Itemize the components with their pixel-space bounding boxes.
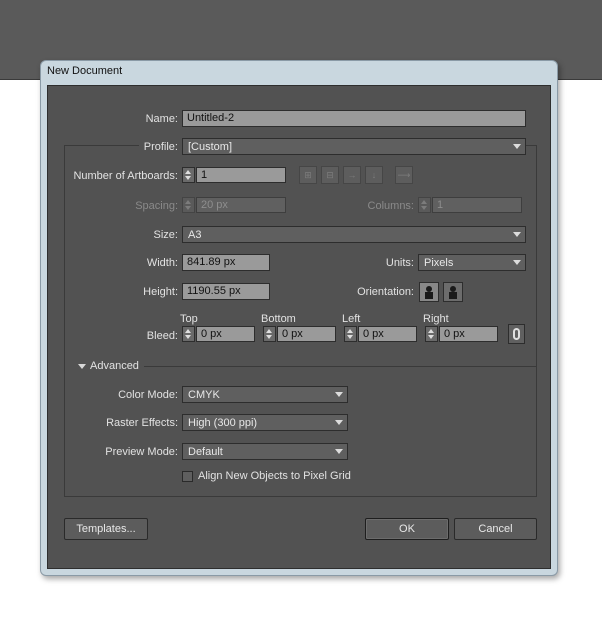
color-mode-select-value: CMYK — [188, 389, 220, 401]
templates-button[interactable]: Templates... — [64, 518, 148, 540]
bleed-right-label: Right — [423, 313, 449, 325]
width-label: Width: — [146, 257, 178, 269]
bleed-bottom-label: Bottom — [261, 313, 296, 325]
bleed-top-label: Top — [180, 313, 198, 325]
chevron-down-icon — [335, 449, 343, 454]
profile-select-value: [Custom] — [188, 141, 233, 153]
orientation-label: Orientation: — [357, 286, 414, 298]
artboards-stepper[interactable] — [182, 167, 195, 183]
artboards-label: Number of Artboards: — [73, 170, 178, 182]
chevron-down-icon — [513, 260, 521, 265]
arrange-grid-by-column-icon[interactable]: ⊟ — [321, 166, 339, 184]
size-select-value: A3 — [188, 229, 202, 241]
bleed-bottom-stepper[interactable] — [263, 326, 276, 342]
arrange-grid-by-row-icon[interactable]: ⊞ — [299, 166, 317, 184]
link-icon[interactable] — [508, 324, 525, 344]
preview-mode-label: Preview Mode: — [105, 446, 178, 458]
width-input[interactable]: 841.89 px — [182, 254, 270, 271]
raster-effects-select-value: High (300 ppi) — [188, 417, 258, 429]
bleed-top-stepper[interactable] — [182, 326, 195, 342]
profile-label: Profile: — [143, 141, 178, 153]
color-mode-select[interactable]: CMYK — [182, 386, 348, 403]
ok-button[interactable]: OK — [365, 518, 449, 540]
landscape-icon[interactable] — [443, 282, 463, 302]
units-label: Units: — [385, 257, 414, 269]
size-label: Size: — [153, 229, 178, 241]
disclosure-triangle-icon[interactable] — [78, 364, 86, 369]
bleed-top-input[interactable]: 0 px — [196, 326, 255, 342]
bleed-right-stepper[interactable] — [425, 326, 438, 342]
bleed-bottom-input[interactable]: 0 px — [277, 326, 336, 342]
new-document-window: New Document Name: Untitled-2 Profile: [… — [40, 60, 558, 576]
arrange-by-column-icon[interactable]: ↓ — [365, 166, 383, 184]
right-to-left-layout-icon[interactable]: ⟶ — [395, 166, 413, 184]
window-title: New Document — [47, 65, 123, 77]
columns-input[interactable]: 1 — [432, 197, 522, 213]
height-label: Height: — [143, 286, 178, 298]
chevron-down-icon — [513, 144, 521, 149]
artboards-input[interactable]: 1 — [196, 167, 286, 183]
chevron-down-icon — [513, 232, 521, 237]
profile-select[interactable]: [Custom] — [182, 138, 526, 155]
preview-mode-select-value: Default — [188, 446, 223, 458]
align-pixel-grid-label[interactable]: Align New Objects to Pixel Grid — [198, 470, 351, 482]
spacing-input[interactable]: 20 px — [196, 197, 286, 213]
chevron-down-icon — [335, 392, 343, 397]
dialog-body: Name: Untitled-2 Profile: [Custom] Numbe… — [47, 85, 551, 569]
spacing-stepper[interactable] — [182, 197, 195, 213]
units-select[interactable]: Pixels — [418, 254, 526, 271]
columns-stepper[interactable] — [418, 197, 431, 213]
bleed-right-input[interactable]: 0 px — [439, 326, 498, 342]
bleed-left-stepper[interactable] — [344, 326, 357, 342]
preview-mode-select[interactable]: Default — [182, 443, 348, 460]
name-input[interactable]: Untitled-2 — [182, 110, 526, 127]
advanced-divider — [144, 366, 537, 367]
align-pixel-grid-checkbox[interactable] — [182, 471, 193, 482]
color-mode-label: Color Mode: — [118, 389, 178, 401]
raster-effects-select[interactable]: High (300 ppi) — [182, 414, 348, 431]
columns-label: Columns: — [367, 200, 414, 212]
name-label: Name: — [145, 113, 178, 125]
height-input[interactable]: 1190.55 px — [182, 283, 270, 300]
bleed-label: Bleed: — [146, 330, 178, 342]
cancel-button[interactable]: Cancel — [454, 518, 537, 540]
spacing-label: Spacing: — [135, 200, 178, 212]
units-select-value: Pixels — [424, 257, 454, 269]
size-select[interactable]: A3 — [182, 226, 526, 243]
bleed-left-input[interactable]: 0 px — [358, 326, 417, 342]
chevron-down-icon — [335, 420, 343, 425]
bleed-left-label: Left — [342, 313, 361, 325]
portrait-icon[interactable] — [419, 282, 439, 302]
raster-effects-label: Raster Effects: — [106, 417, 178, 429]
advanced-section-label[interactable]: Advanced — [90, 360, 139, 372]
arrange-by-row-icon[interactable]: → — [343, 166, 361, 184]
